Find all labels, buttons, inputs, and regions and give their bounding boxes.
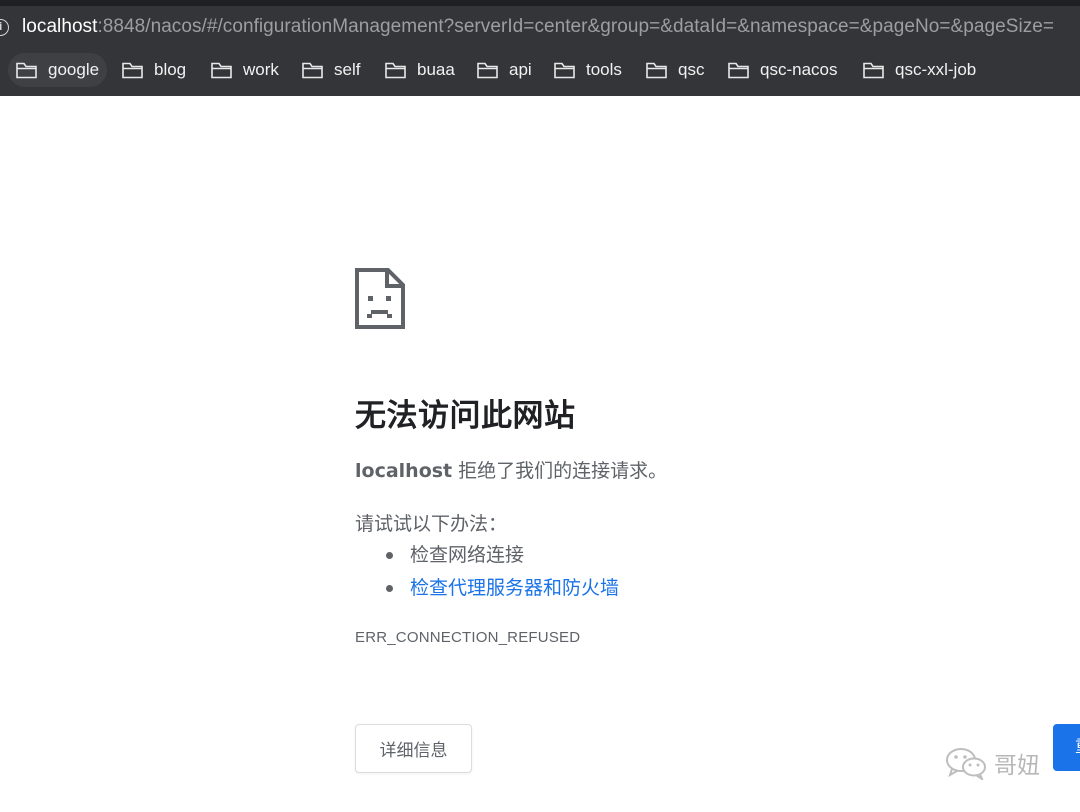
bookmark-label: self bbox=[334, 60, 361, 79]
info-icon[interactable]: i bbox=[0, 19, 9, 36]
bookmark-label: work bbox=[243, 60, 279, 79]
folder-icon bbox=[211, 62, 232, 79]
sad-page-icon bbox=[355, 268, 405, 330]
bookmark-google[interactable]: google bbox=[8, 53, 108, 87]
bookmark-tools[interactable]: tools bbox=[546, 53, 630, 87]
folder-icon bbox=[302, 62, 323, 79]
folder-icon bbox=[122, 62, 143, 79]
folder-icon bbox=[863, 62, 884, 79]
bookmark-blog[interactable]: blog bbox=[114, 53, 194, 87]
browser-chrome: i localhost:8848/nacos/#/configurationMa… bbox=[0, 0, 1080, 96]
folder-icon bbox=[385, 62, 406, 79]
bookmark-label: tools bbox=[586, 60, 622, 79]
error-code: ERR_CONNECTION_REFUSED bbox=[355, 629, 581, 646]
url-host: localhost bbox=[22, 16, 98, 37]
suggestion-check-network: 检查网络连接 bbox=[382, 540, 619, 573]
bookmark-work[interactable]: work bbox=[203, 53, 287, 87]
bookmark-label: blog bbox=[154, 60, 187, 79]
bookmark-label: api bbox=[509, 60, 532, 79]
watermark: 哥妞 bbox=[944, 746, 1040, 782]
folder-icon bbox=[646, 62, 667, 79]
folder-icon bbox=[477, 62, 498, 79]
bookmark-qsc-nacos[interactable]: qsc-nacos bbox=[720, 53, 845, 87]
url-text[interactable]: localhost:8848/nacos/#/configurationMana… bbox=[22, 16, 1054, 38]
error-message-text: 拒绝了我们的连接请求。 bbox=[452, 460, 668, 482]
url-path: :8848/nacos/#/configurationManagement?se… bbox=[97, 16, 1055, 37]
bookmarks-bar: google blog work self buaa api tools qsc… bbox=[0, 50, 1080, 90]
error-message: localhost 拒绝了我们的连接请求。 bbox=[355, 456, 667, 483]
suggestion-check-proxy-link[interactable]: 检查代理服务器和防火墙 bbox=[382, 573, 619, 606]
bookmark-self[interactable]: self bbox=[294, 53, 368, 87]
bookmark-label: qsc-xxl-job bbox=[895, 60, 977, 79]
bullet-icon bbox=[386, 585, 393, 592]
folder-icon bbox=[728, 62, 749, 79]
bookmark-label: qsc-nacos bbox=[760, 60, 838, 79]
address-bar[interactable]: i localhost:8848/nacos/#/configurationMa… bbox=[0, 8, 1080, 46]
bullet-icon bbox=[386, 552, 393, 559]
bookmark-label: google bbox=[48, 60, 100, 79]
bookmark-qsc-xxl-job[interactable]: qsc-xxl-job bbox=[855, 53, 984, 87]
details-button[interactable]: 详细信息 bbox=[355, 724, 472, 773]
bookmark-buaa[interactable]: buaa bbox=[377, 53, 463, 87]
suggestion-text: 检查网络连接 bbox=[410, 544, 525, 566]
folder-icon bbox=[16, 62, 37, 79]
wechat-icon bbox=[944, 746, 988, 782]
bookmark-label: qsc bbox=[678, 60, 705, 79]
suggestions-list: 检查网络连接 检查代理服务器和防火墙 bbox=[382, 540, 619, 606]
bookmark-api[interactable]: api bbox=[469, 53, 540, 87]
suggestion-link-text[interactable]: 检查代理服务器和防火墙 bbox=[410, 577, 619, 599]
folder-icon bbox=[554, 62, 575, 79]
error-host: localhost bbox=[355, 460, 453, 482]
top-strip bbox=[0, 0, 1080, 6]
suggestions-heading: 请试试以下办法： bbox=[355, 513, 508, 535]
bookmark-qsc[interactable]: qsc bbox=[638, 53, 712, 87]
bookmark-label: buaa bbox=[417, 60, 455, 79]
watermark-text: 哥妞 bbox=[994, 753, 1040, 779]
error-title: 无法访问此网站 bbox=[355, 398, 576, 434]
reload-button[interactable]: 重 bbox=[1053, 724, 1080, 771]
